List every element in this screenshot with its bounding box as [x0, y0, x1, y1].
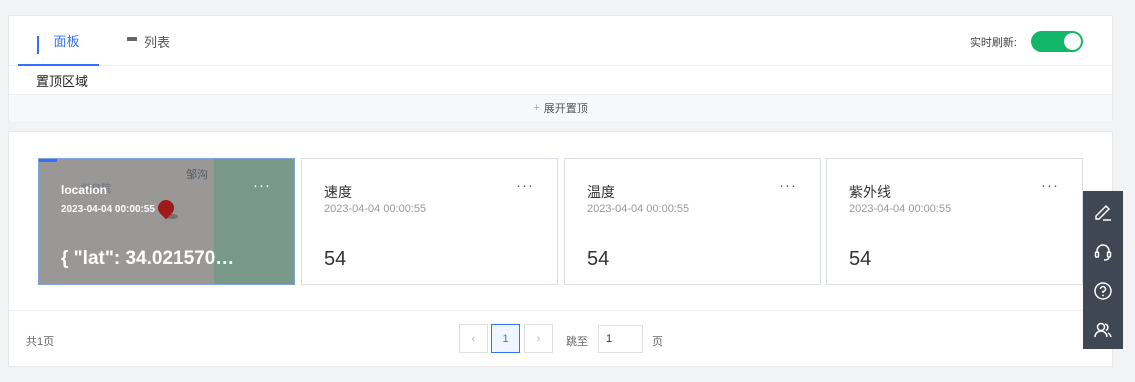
edit-icon — [1095, 204, 1111, 221]
map-place-label: 邹沟 — [186, 169, 208, 181]
more-icon[interactable]: ··· — [1041, 177, 1059, 194]
card-time: 2023-04-04 00:00:55 — [61, 204, 155, 215]
card-time: 2023-04-04 00:00:55 — [324, 203, 427, 215]
card-title: location — [61, 183, 108, 197]
expand-pinned-label: 展开置顶 — [543, 103, 588, 115]
view-tabs: 面板 列表 实时刷新: — [9, 16, 1112, 66]
tab-list[interactable]: 列表 — [127, 16, 187, 66]
card-value: 54 — [849, 248, 872, 270]
pinned-area-title: 置顶区域 — [36, 74, 89, 89]
expand-pinned-button[interactable]: + 展开置顶 — [9, 94, 1112, 121]
card-corner — [826, 158, 843, 161]
main-panel: 邹沟 恒皂院 location 2023-04-04 00:00:55 ··· … — [8, 131, 1113, 367]
card-location[interactable]: 邹沟 恒皂院 location 2023-04-04 00:00:55 ··· … — [38, 158, 295, 285]
card-accent-bar — [39, 159, 57, 162]
page-1-button[interactable]: 1 — [491, 324, 520, 353]
tab-panel-label: 面板 — [53, 33, 80, 49]
card-speed[interactable]: 速度 2023-04-04 00:00:55 ··· 54 — [301, 158, 558, 285]
card-title: 速度 — [324, 184, 352, 200]
toggle-knob — [1064, 33, 1081, 50]
more-icon[interactable]: ··· — [253, 177, 271, 194]
card-corner — [301, 158, 318, 161]
support-button[interactable] — [1083, 232, 1123, 271]
more-icon[interactable]: ··· — [779, 177, 797, 194]
card-value: 54 — [587, 248, 610, 270]
tab-panel[interactable]: 面板 — [18, 16, 99, 66]
next-page-button[interactable]: › — [524, 324, 553, 353]
side-toolbar — [1083, 191, 1123, 349]
edit-button[interactable] — [1083, 193, 1123, 232]
users-icon — [1094, 322, 1112, 337]
headset-icon — [1094, 243, 1112, 261]
more-icon[interactable]: ··· — [516, 177, 534, 194]
card-value: { "lat": 34.021570… — [61, 248, 235, 269]
card-corner — [564, 158, 581, 161]
chevron-right-icon: › — [536, 332, 541, 345]
help-button[interactable] — [1083, 271, 1123, 310]
chevron-left-icon: ‹ — [471, 332, 476, 345]
card-value: 54 — [324, 248, 347, 270]
card-time: 2023-04-04 00:00:55 — [587, 203, 690, 215]
users-button[interactable] — [1083, 310, 1123, 349]
jump-page-input[interactable] — [598, 325, 643, 353]
plus-icon: + — [533, 102, 540, 114]
realtime-refresh-toggle[interactable] — [1031, 31, 1083, 52]
list-icon — [127, 37, 137, 45]
prev-page-button[interactable]: ‹ — [459, 324, 488, 353]
card-title: 紫外线 — [849, 184, 891, 200]
total-pages: 共1页 — [26, 336, 55, 348]
realtime-refresh-label: 实时刷新: — [969, 37, 1017, 49]
grid-icon — [37, 35, 46, 54]
card-temperature[interactable]: 温度 2023-04-04 00:00:55 ··· 54 — [564, 158, 821, 285]
page-suffix-label: 页 — [652, 336, 663, 348]
jump-to-label: 跳至 — [566, 336, 588, 348]
card-title: 温度 — [587, 184, 615, 200]
top-panel: 面板 列表 实时刷新: 置顶区域 + 展开置顶 — [8, 15, 1113, 121]
help-icon — [1094, 281, 1112, 300]
card-time: 2023-04-04 00:00:55 — [849, 203, 952, 215]
card-uv[interactable]: 紫外线 2023-04-04 00:00:55 ··· 54 — [826, 158, 1083, 285]
tab-list-label: 列表 — [144, 34, 171, 50]
pagination-bar: 共1页 ‹ 1 › 跳至 页 — [9, 310, 1112, 367]
